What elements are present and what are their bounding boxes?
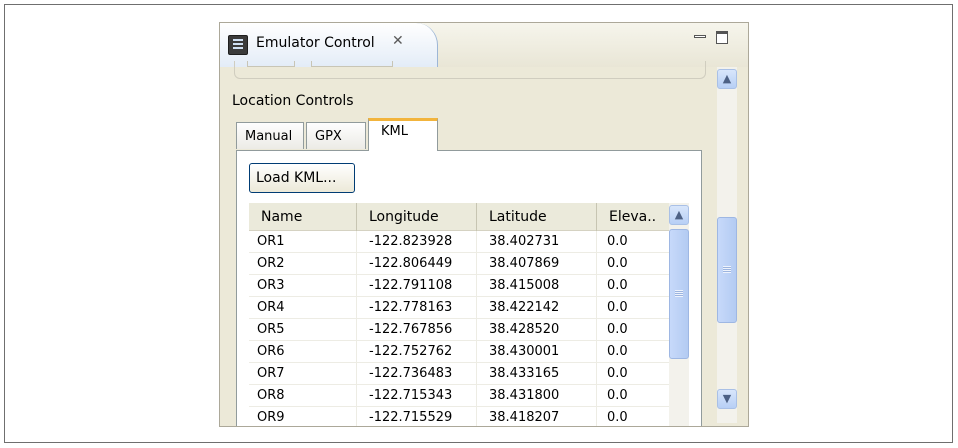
table-scrollbar[interactable]: ▲ xyxy=(669,203,689,426)
cell-longitude: -122.806449 xyxy=(357,253,477,275)
cell-elevation: 0.0 xyxy=(607,322,628,337)
telephony-group-partial xyxy=(234,61,706,79)
cell-longitude: -122.767856 xyxy=(357,319,477,341)
tab-gpx[interactable]: GPX xyxy=(306,122,366,149)
cell-elevation: 0.0 xyxy=(607,300,628,315)
close-icon[interactable]: ✕ xyxy=(392,33,404,49)
view-scroll-thumb[interactable] xyxy=(717,217,737,323)
cell-name: OR7 xyxy=(249,363,357,385)
column-header-elevation[interactable]: Eleva.. xyxy=(597,203,669,231)
tab-kml[interactable]: KML xyxy=(368,118,438,151)
table-scroll-thumb[interactable] xyxy=(669,229,689,359)
cell-name: OR2 xyxy=(249,253,357,275)
table-header: Name Longitude Latitude Eleva.. xyxy=(249,203,669,231)
grip-icon xyxy=(675,290,683,297)
table-row[interactable]: OR8 -122.715343 38.431800 0.0 xyxy=(249,385,669,407)
cell-longitude: -122.823928 xyxy=(357,231,477,253)
table-row[interactable]: OR1 -122.823928 38.402731 0.0 xyxy=(249,231,669,253)
table-row[interactable]: OR4 -122.778163 38.422142 0.0 xyxy=(249,297,669,319)
kml-points-table: Name Longitude Latitude Eleva.. OR1 -122… xyxy=(249,203,691,426)
table-scroll-up-button[interactable]: ▲ xyxy=(669,205,689,225)
cell-longitude: -122.778163 xyxy=(357,297,477,319)
table-row[interactable]: OR6 -122.752762 38.430001 0.0 xyxy=(249,341,669,363)
tab-manual[interactable]: Manual xyxy=(236,122,304,149)
cell-name: OR4 xyxy=(249,297,357,319)
cell-elevation: 0.0 xyxy=(607,366,628,381)
cell-latitude: 38.422142 xyxy=(477,297,597,319)
cell-name: OR1 xyxy=(249,231,357,253)
cell-name: OR9 xyxy=(249,407,357,426)
cell-name: OR6 xyxy=(249,341,357,363)
cell-latitude: 38.402731 xyxy=(477,231,597,253)
cell-longitude: -122.715529 xyxy=(357,407,477,426)
cell-elevation: 0.0 xyxy=(607,344,628,359)
table-row[interactable]: OR7 -122.736483 38.433165 0.0 xyxy=(249,363,669,385)
table-row[interactable]: OR3 -122.791108 38.415008 0.0 xyxy=(249,275,669,297)
cell-longitude: -122.715343 xyxy=(357,385,477,407)
cell-latitude: 38.430001 xyxy=(477,341,597,363)
view-scrollbar[interactable]: ▲ ▼ xyxy=(717,67,737,423)
cell-latitude: 38.407869 xyxy=(477,253,597,275)
cell-name: OR8 xyxy=(249,385,357,407)
table-row[interactable]: OR9 -122.715529 38.418207 0.0 xyxy=(249,407,669,426)
cell-elevation: 0.0 xyxy=(607,256,628,271)
cell-latitude: 38.431800 xyxy=(477,385,597,407)
column-header-name[interactable]: Name xyxy=(249,203,357,231)
column-header-latitude[interactable]: Latitude xyxy=(477,203,597,231)
cell-elevation: 0.0 xyxy=(607,410,628,425)
cell-elevation: 0.0 xyxy=(607,388,628,403)
location-controls-label: Location Controls xyxy=(232,93,354,109)
cell-latitude: 38.433165 xyxy=(477,363,597,385)
cell-name: OR5 xyxy=(249,319,357,341)
kml-tab-panel: Load KML... Name Longitude Latitude Elev… xyxy=(236,150,702,426)
view-scroll-down-button[interactable]: ▼ xyxy=(717,389,737,409)
cell-name: OR3 xyxy=(249,275,357,297)
cell-elevation: 0.0 xyxy=(607,278,628,293)
cell-elevation: 0.0 xyxy=(607,234,628,249)
cell-latitude: 38.418207 xyxy=(477,407,597,426)
grip-icon xyxy=(723,266,731,273)
table-row[interactable]: OR5 -122.767856 38.428520 0.0 xyxy=(249,319,669,341)
cell-longitude: -122.752762 xyxy=(357,341,477,363)
load-kml-button[interactable]: Load KML... xyxy=(249,163,355,193)
table-row[interactable]: OR2 -122.806449 38.407869 0.0 xyxy=(249,253,669,275)
cell-longitude: -122.791108 xyxy=(357,275,477,297)
emulator-control-icon xyxy=(228,35,248,55)
cell-longitude: -122.736483 xyxy=(357,363,477,385)
cell-latitude: 38.428520 xyxy=(477,319,597,341)
partial-control xyxy=(311,61,393,67)
view-title: Emulator Control xyxy=(256,35,375,51)
cell-latitude: 38.415008 xyxy=(477,275,597,297)
emulator-control-view: Emulator Control ✕ Location Controls Man… xyxy=(219,22,749,427)
partial-control xyxy=(247,61,295,67)
view-scroll-up-button[interactable]: ▲ xyxy=(717,69,737,89)
column-header-longitude[interactable]: Longitude xyxy=(357,203,477,231)
